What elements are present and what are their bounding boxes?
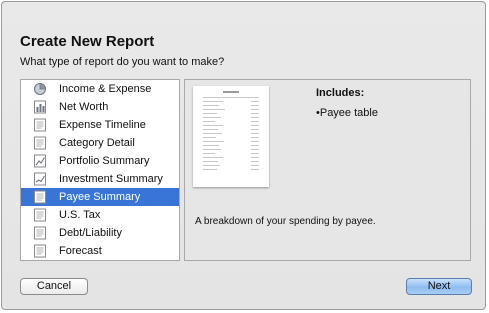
report-type-item[interactable]: Income & Expense [21,80,179,98]
report-thumbnail [193,86,269,187]
report-type-item[interactable]: Expense Timeline [21,116,179,134]
dialog-title: Create New Report [20,33,155,50]
report-type-item[interactable]: U.S. Tax [21,206,179,224]
next-button[interactable]: Next [406,278,472,295]
line-chart-icon [34,172,46,186]
report-type-item-selected[interactable]: Payee Summary [21,188,179,206]
report-type-item[interactable]: Forecast [21,242,179,260]
report-preview-panel: Includes: •Payee table A breakdown of yo… [184,79,471,261]
includes-item: •Payee table [316,107,378,119]
report-type-item[interactable]: Category Detail [21,134,179,152]
create-report-dialog: Create New Report What type of report do… [1,1,486,310]
report-type-label: Net Worth [59,101,109,113]
report-type-label: Debt/Liability [59,227,122,239]
report-page-icon [34,190,46,204]
report-type-label: Forecast [59,245,102,257]
report-type-item[interactable]: Investment Summary [21,170,179,188]
line-chart-icon [34,154,46,168]
bar-chart-icon [34,100,46,114]
report-type-label: Income & Expense [59,83,152,95]
report-page-icon [34,136,46,150]
report-page-icon [34,118,46,132]
report-type-list[interactable]: Income & Expense Net Worth Expense Timel… [20,79,180,261]
report-type-label: Payee Summary [59,191,141,203]
report-type-label: U.S. Tax [59,209,101,221]
report-type-item[interactable]: Debt/Liability [21,224,179,242]
report-thumbnail-graphic [203,91,259,170]
report-type-label: Portfolio Summary [59,155,150,167]
pie-chart-icon [34,83,46,95]
report-description: A breakdown of your spending by payee. [195,216,376,227]
report-page-icon [34,244,46,258]
includes-heading: Includes: [316,87,365,99]
report-type-label: Category Detail [59,137,135,149]
dialog-subtitle: What type of report do you want to make? [20,56,225,68]
report-page-icon [34,226,46,240]
report-type-label: Investment Summary [59,173,163,185]
cancel-button[interactable]: Cancel [20,278,88,295]
report-type-item[interactable]: Portfolio Summary [21,152,179,170]
report-type-label: Expense Timeline [59,119,146,131]
report-page-icon [34,208,46,222]
report-type-item[interactable]: Net Worth [21,98,179,116]
